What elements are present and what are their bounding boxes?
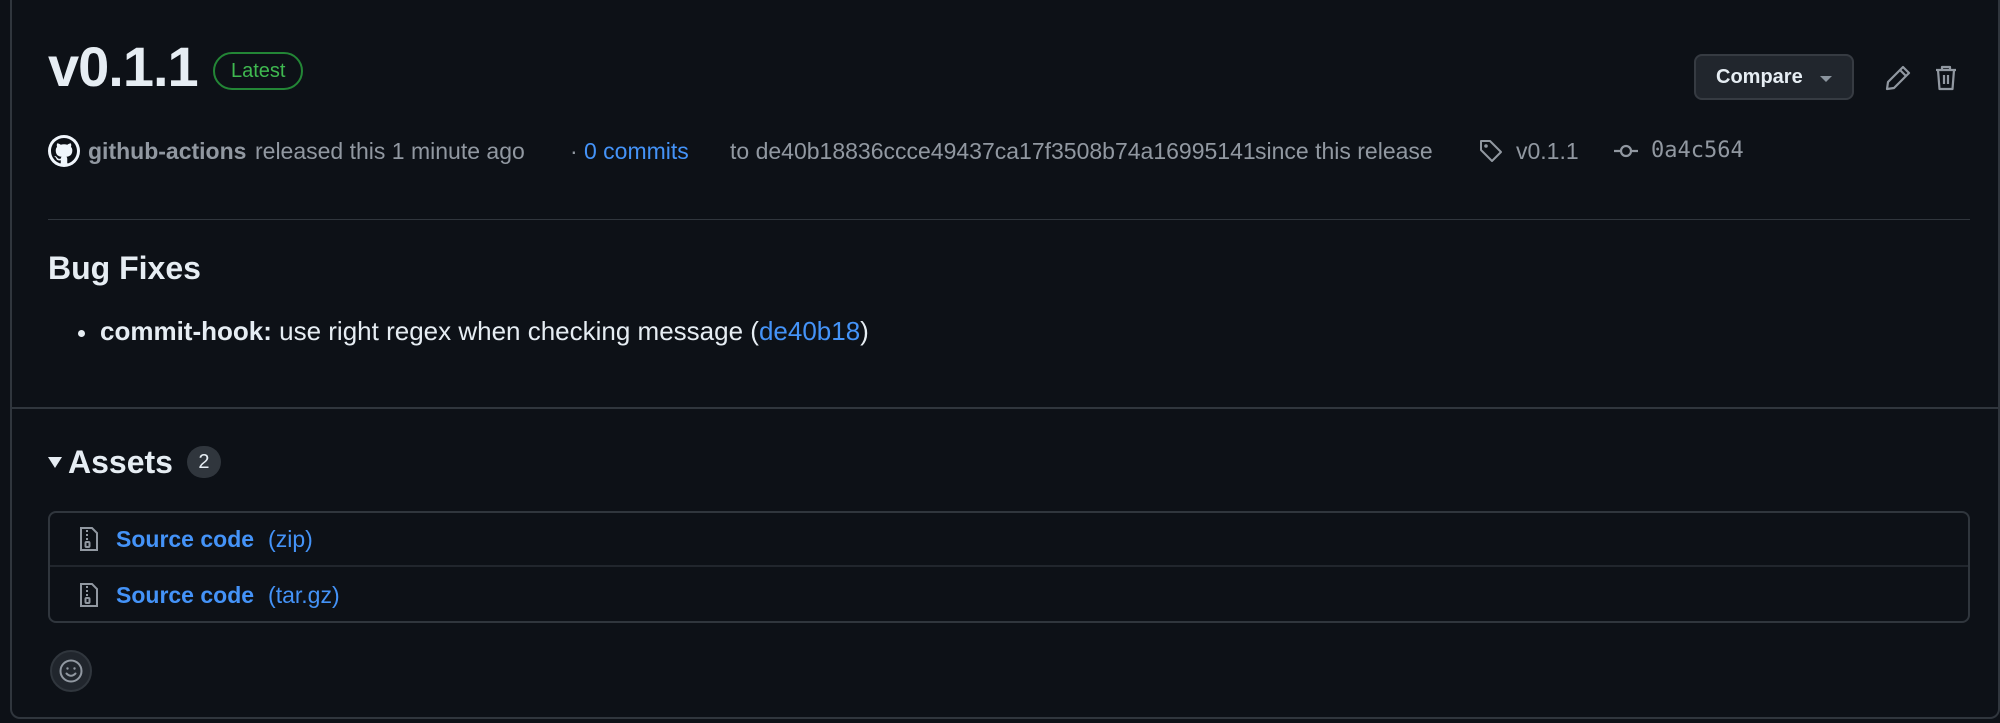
tag-icon: [1478, 138, 1504, 164]
list-item: commit-hook: use right regex when checki…: [78, 316, 869, 347]
file-zip-icon: [80, 527, 98, 551]
commit-sha-link[interactable]: 0a4c564: [1651, 133, 1744, 169]
trash-icon[interactable]: [1930, 62, 1962, 94]
tag-link[interactable]: v0.1.1: [1516, 133, 1579, 169]
smiley-icon[interactable]: [50, 650, 92, 692]
pencil-icon[interactable]: [1882, 62, 1914, 94]
asset-extension[interactable]: (tar.gz): [268, 582, 340, 609]
asset-link[interactable]: Source code: [116, 526, 254, 553]
author-link[interactable]: github-actions: [88, 133, 246, 169]
chevron-down-icon: [1820, 76, 1832, 82]
release-header: v0.1.1 Latest Compare: [48, 34, 1970, 104]
section-divider: [12, 407, 1998, 409]
list-item: Source code (zip): [50, 513, 1968, 567]
triangle-down-icon: [48, 456, 62, 468]
file-zip-icon: [80, 583, 98, 607]
note-text: use right regex when checking message (: [279, 316, 759, 346]
released-text: released this 1 minute ago: [255, 138, 525, 164]
release-notes-list: commit-hook: use right regex when checki…: [78, 316, 869, 347]
release-meta: github-actions released this 1 minute ag…: [48, 133, 1970, 169]
compare-button[interactable]: Compare: [1694, 54, 1854, 100]
latest-badge: Latest: [213, 52, 304, 90]
release-card: v0.1.1 Latest Compare github-actions rel…: [10, 0, 2000, 719]
since-release-text: since this release: [1255, 138, 1433, 164]
release-title[interactable]: v0.1.1: [48, 34, 199, 99]
divider: [48, 219, 1970, 220]
note-close-paren: ): [860, 316, 869, 346]
assets-toggle[interactable]: Assets 2: [48, 442, 221, 482]
commits-target-text: to de40b18836ccce49437ca17f3508b74a16995…: [730, 138, 1256, 164]
compare-label: Compare: [1716, 65, 1803, 88]
assets-list: Source code (zip) Source code (tar.gz): [48, 511, 1970, 623]
notes-heading: Bug Fixes: [48, 250, 201, 286]
assets-count-badge: 2: [186, 446, 221, 478]
note-scope: commit-hook:: [100, 316, 272, 346]
assets-title: Assets: [68, 443, 173, 480]
list-item: Source code (tar.gz): [50, 568, 1968, 622]
asset-extension[interactable]: (zip): [268, 526, 313, 553]
note-commit-link[interactable]: de40b18: [759, 316, 860, 346]
git-commit-icon: [1612, 137, 1640, 165]
github-mark-icon[interactable]: [48, 135, 80, 167]
commits-link[interactable]: 0 commits: [584, 133, 689, 169]
separator-dot: ·: [570, 138, 578, 164]
asset-link[interactable]: Source code: [116, 582, 254, 609]
